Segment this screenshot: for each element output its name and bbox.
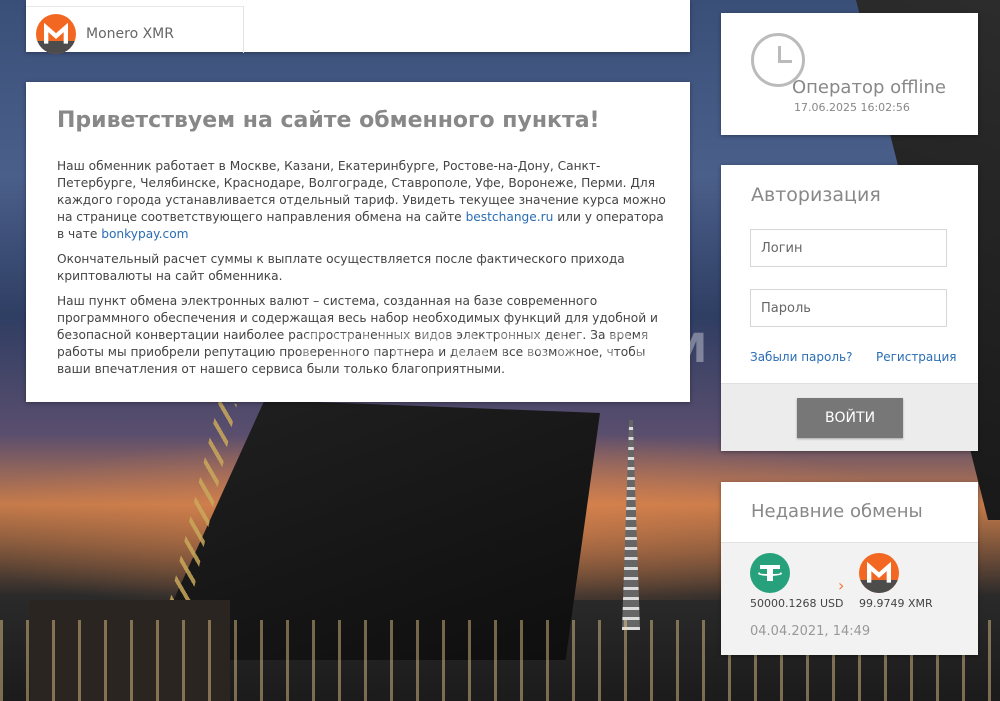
welcome-paragraph-3: Наш пункт обмена электронных валют – сис… bbox=[57, 294, 658, 376]
welcome-paragraph-2: Окончательный расчет суммы к выплате осу… bbox=[57, 252, 625, 283]
monero-icon bbox=[36, 14, 76, 54]
monero-icon bbox=[859, 553, 899, 593]
to-amount: 99.9749 XMR bbox=[859, 597, 933, 610]
from-amount: 50000.1268 USD bbox=[750, 597, 844, 610]
tether-icon bbox=[750, 553, 790, 593]
arrow-right-icon: › bbox=[838, 576, 845, 595]
recent-title: Недавние обмены bbox=[751, 501, 923, 522]
password-input[interactable] bbox=[750, 289, 947, 327]
login-button[interactable]: ВОЙТИ bbox=[797, 398, 903, 438]
bonkypay-link[interactable]: bonkypay.com bbox=[101, 227, 188, 241]
register-link[interactable]: Регистрация bbox=[876, 350, 956, 364]
forgot-password-link[interactable]: Забыли пароль? bbox=[750, 350, 852, 364]
welcome-text: Наш обменник работает в Москве, Казани, … bbox=[57, 158, 669, 386]
login-input[interactable] bbox=[750, 229, 947, 267]
welcome-paragraph-1: Наш обменник работает в Москве, Казани, … bbox=[57, 158, 669, 243]
auth-footer: ВОЙТИ bbox=[721, 383, 978, 451]
recent-exchanges-panel: Недавние обмены 50000.1268 USD › 99.9749… bbox=[721, 482, 978, 655]
operator-status: Оператор offline bbox=[792, 77, 947, 98]
recent-exchange-item: 50000.1268 USD › 99.9749 XMR 04.04.2021,… bbox=[721, 542, 978, 655]
currency-item-xmr[interactable]: Monero XMR bbox=[26, 6, 244, 54]
bestchange-link[interactable]: bestchange.ru bbox=[466, 210, 554, 224]
operator-datetime: 17.06.2025 16:02:56 bbox=[794, 101, 910, 114]
operator-panel: Оператор offline 17.06.2025 16:02:56 bbox=[721, 13, 978, 135]
currency-panel: Monero XMR bbox=[26, 0, 690, 54]
currency-name: Monero XMR bbox=[86, 26, 174, 42]
auth-panel: Авторизация Забыли пароль? Регистрация В… bbox=[721, 165, 978, 451]
exchange-date: 04.04.2021, 14:49 bbox=[750, 624, 871, 639]
welcome-panel: Приветствуем на сайте обменного пункта! … bbox=[26, 82, 690, 402]
auth-title: Авторизация bbox=[751, 184, 881, 206]
welcome-title: Приветствуем на сайте обменного пункта! bbox=[57, 108, 600, 133]
